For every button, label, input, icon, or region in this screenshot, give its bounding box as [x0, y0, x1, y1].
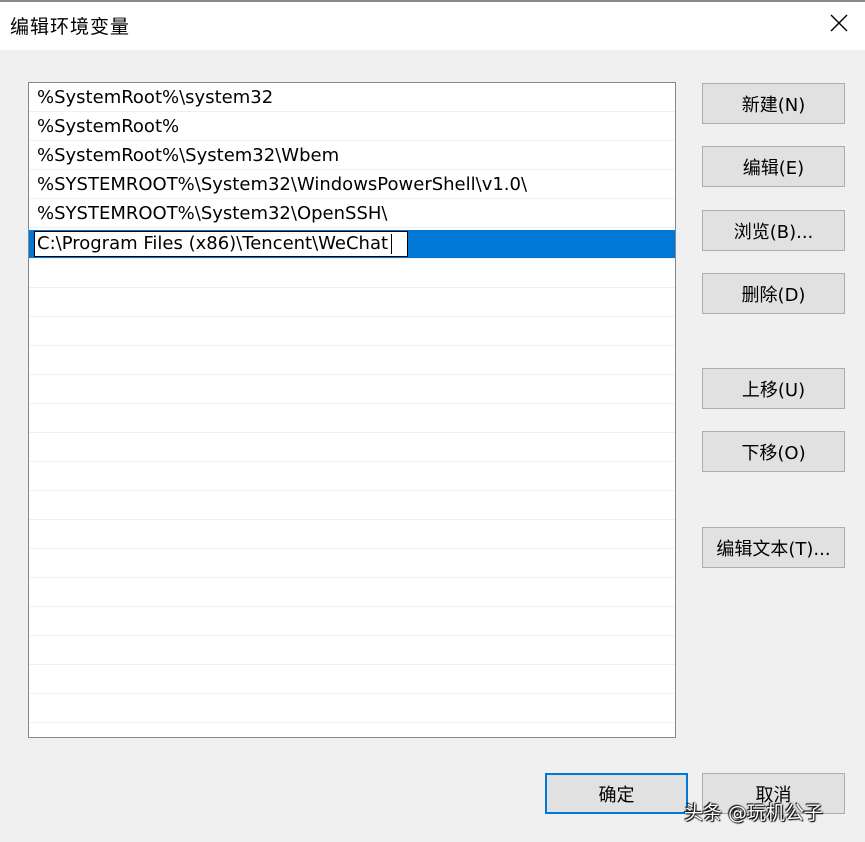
- list-item-text: %SystemRoot%\system32: [37, 87, 274, 108]
- window-title: 编辑环境变量: [10, 16, 131, 38]
- list-item-empty: [29, 607, 675, 636]
- list-item-empty: [29, 520, 675, 549]
- close-button[interactable]: [812, 2, 865, 48]
- list-item-empty: [29, 433, 675, 462]
- path-list[interactable]: %SystemRoot%\system32 %SystemRoot% %Syst…: [28, 82, 676, 738]
- move-up-button[interactable]: 上移(U): [702, 368, 845, 409]
- edit-button[interactable]: 编辑(E): [702, 146, 845, 187]
- list-item-empty: [29, 491, 675, 520]
- list-item-empty: [29, 694, 675, 723]
- list-item[interactable]: %SYSTEMROOT%\System32\OpenSSH\: [29, 199, 675, 228]
- browse-button[interactable]: 浏览(B)...: [702, 210, 845, 251]
- list-item-empty: [29, 404, 675, 433]
- ok-button[interactable]: 确定: [545, 773, 688, 814]
- list-item-empty: [29, 549, 675, 578]
- list-item-empty: [29, 317, 675, 346]
- window-top-border: [0, 0, 865, 2]
- list-item-text: %SYSTEMROOT%\System32\OpenSSH\: [37, 203, 388, 224]
- edit-text-button[interactable]: 编辑文本(T)...: [702, 527, 845, 568]
- list-item-empty: [29, 462, 675, 491]
- watermark: 头条 @玩机公子: [684, 802, 824, 824]
- title-bar: 编辑环境变量: [0, 0, 865, 50]
- close-icon: [830, 14, 848, 36]
- list-item[interactable]: %SystemRoot%: [29, 112, 675, 141]
- path-edit-value: C:\Program Files (x86)\Tencent\WeChat: [37, 233, 389, 254]
- list-item-empty: [29, 259, 675, 288]
- list-item-empty: [29, 578, 675, 607]
- list-item-empty: [29, 288, 675, 317]
- list-item-text: %SYSTEMROOT%\System32\WindowsPowerShell\…: [37, 174, 528, 195]
- move-down-button[interactable]: 下移(O): [702, 431, 845, 472]
- text-caret: [391, 234, 393, 254]
- list-item[interactable]: %SystemRoot%\System32\Wbem: [29, 141, 675, 170]
- list-item-selected[interactable]: C:\Program Files (x86)\Tencent\WeChat: [29, 230, 675, 259]
- list-item-text: %SystemRoot%\System32\Wbem: [37, 145, 340, 166]
- list-item-empty: [29, 375, 675, 404]
- list-item-empty: [29, 636, 675, 665]
- path-edit-field[interactable]: C:\Program Files (x86)\Tencent\WeChat: [34, 231, 408, 257]
- delete-button[interactable]: 删除(D): [702, 273, 845, 314]
- list-item-text: %SystemRoot%: [37, 116, 180, 137]
- new-button[interactable]: 新建(N): [702, 83, 845, 124]
- list-item-empty: [29, 346, 675, 375]
- list-item[interactable]: %SystemRoot%\system32: [29, 83, 675, 112]
- list-item[interactable]: %SYSTEMROOT%\System32\WindowsPowerShell\…: [29, 170, 675, 199]
- list-item-empty: [29, 665, 675, 694]
